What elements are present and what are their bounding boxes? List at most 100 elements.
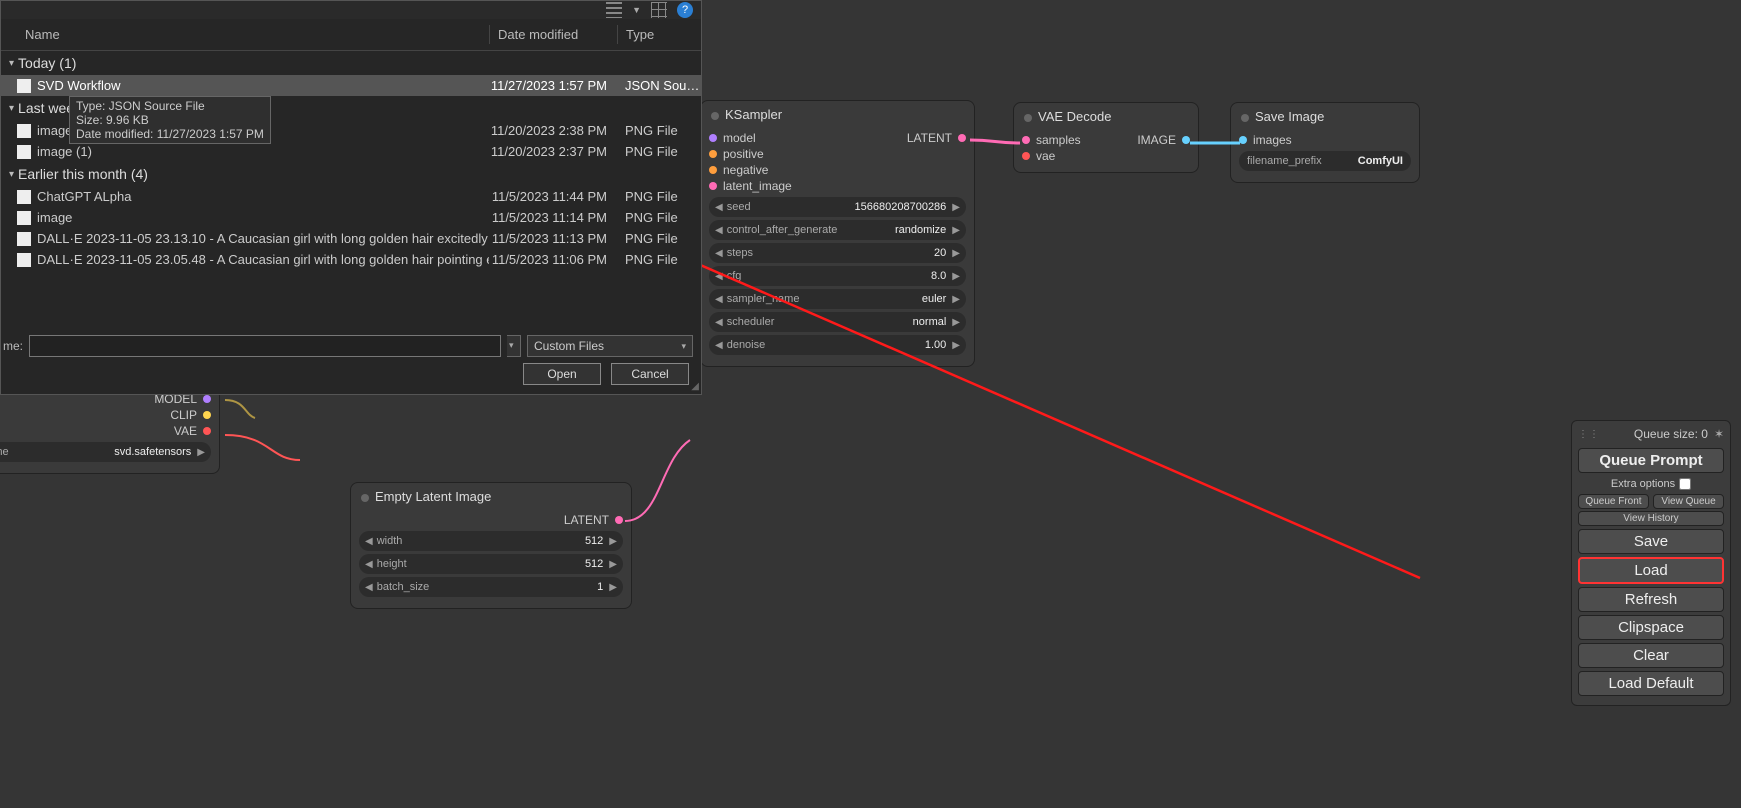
- save-button[interactable]: Save: [1578, 529, 1724, 554]
- file-name: image (1): [37, 144, 92, 159]
- extra-options-checkbox[interactable]: [1679, 478, 1691, 490]
- extra-options-row[interactable]: Extra options: [1578, 476, 1724, 492]
- resize-grip[interactable]: ◢: [691, 381, 699, 392]
- input-model-label: model: [723, 131, 756, 145]
- file-name: SVD Workflow: [37, 78, 121, 93]
- chevron-right-icon[interactable]: ▶: [607, 536, 619, 547]
- file-row[interactable]: DALL·E 2023-11-05 23.13.10 - A Caucasian…: [1, 228, 701, 249]
- chevron-down-icon[interactable]: ▼: [632, 5, 641, 15]
- file-row[interactable]: image (1)11/20/2023 2:37 PMPNG File: [1, 141, 701, 162]
- cfg-widget[interactable]: ◀cfg8.0▶: [709, 266, 966, 286]
- chevron-right-icon[interactable]: ▶: [950, 340, 962, 351]
- view-history-button[interactable]: View History: [1578, 511, 1724, 526]
- file-group-header[interactable]: ▾Earlier this month (4): [1, 162, 701, 186]
- load-default-button[interactable]: Load Default: [1578, 671, 1724, 696]
- view-list-icon[interactable]: [606, 2, 622, 18]
- view-queue-button[interactable]: View Queue: [1653, 494, 1724, 509]
- file-row[interactable]: ChatGPT ALpha11/5/2023 11:44 PMPNG File: [1, 186, 701, 207]
- file-list[interactable]: ▾Today (1)SVD Workflow11/27/2023 1:57 PM…: [1, 51, 701, 331]
- chevron-right-icon[interactable]: ▶: [950, 202, 962, 213]
- clipspace-button[interactable]: Clipspace: [1578, 615, 1724, 640]
- column-headers: Name Date modified Type: [1, 19, 701, 51]
- output-vae-label: VAE: [174, 424, 197, 438]
- filename-input[interactable]: [29, 335, 501, 357]
- width-widget[interactable]: ◀width512▶: [359, 531, 623, 551]
- help-icon[interactable]: ?: [677, 2, 693, 18]
- steps-widget[interactable]: ◀steps20▶: [709, 243, 966, 263]
- chevron-right-icon[interactable]: ▶: [607, 582, 619, 593]
- file-date: 11/5/2023 11:44 PM: [489, 189, 617, 204]
- node-vae-decode[interactable]: VAE Decode samples IMAGE vae: [1013, 102, 1199, 173]
- file-row[interactable]: image11/5/2023 11:14 PMPNG File: [1, 207, 701, 228]
- chevron-down-icon: ▾: [9, 103, 14, 114]
- input-negative-label: negative: [723, 163, 768, 177]
- height-widget[interactable]: ◀height512▶: [359, 554, 623, 574]
- chevron-left-icon[interactable]: ◀: [713, 225, 725, 236]
- drag-handle-icon[interactable]: ⋮⋮: [1578, 429, 1600, 440]
- node-save-image[interactable]: Save Image images filename_prefix ComfyU…: [1230, 102, 1420, 183]
- chevron-left-icon[interactable]: ◀: [363, 582, 375, 593]
- input-samples-label: samples: [1036, 133, 1081, 147]
- chevron-left-icon[interactable]: ◀: [713, 271, 725, 282]
- cancel-button[interactable]: Cancel: [611, 363, 689, 385]
- sampler-name-widget[interactable]: ◀sampler_nameeuler▶: [709, 289, 966, 309]
- file-type: JSON Source: [617, 78, 701, 93]
- input-latent-image-label: latent_image: [723, 179, 792, 193]
- file-icon: [17, 145, 31, 159]
- chevron-left-icon[interactable]: ◀: [713, 317, 725, 328]
- chevron-right-icon[interactable]: ▶: [950, 225, 962, 236]
- input-images-label: images: [1253, 133, 1292, 147]
- chevron-left-icon[interactable]: ◀: [363, 536, 375, 547]
- chevron-right-icon[interactable]: ▶: [950, 248, 962, 259]
- denoise-widget[interactable]: ◀denoise1.00▶: [709, 335, 966, 355]
- column-date[interactable]: Date modified: [489, 25, 617, 44]
- open-button[interactable]: Open: [523, 363, 601, 385]
- seed-widget[interactable]: ◀seed156680208700286▶: [709, 197, 966, 217]
- ckpt-name-widget[interactable]: _name svd.safetensors ▶: [0, 442, 211, 462]
- file-type: PNG File: [617, 189, 701, 204]
- chevron-left-icon[interactable]: ◀: [713, 340, 725, 351]
- chevron-left-icon[interactable]: ◀: [713, 248, 725, 259]
- file-date: 11/20/2023 2:38 PM: [489, 123, 617, 138]
- scheduler-widget[interactable]: ◀schedulernormal▶: [709, 312, 966, 332]
- chevron-left-icon[interactable]: ◀: [363, 559, 375, 570]
- filename-prefix-widget[interactable]: filename_prefix ComfyUI: [1239, 151, 1411, 171]
- file-row[interactable]: SVD Workflow11/27/2023 1:57 PMJSON Sourc…: [1, 75, 701, 96]
- output-image-label: IMAGE: [1137, 133, 1176, 147]
- output-latent-label: LATENT: [907, 131, 952, 145]
- chevron-right-icon[interactable]: ▶: [607, 559, 619, 570]
- node-empty-latent-image[interactable]: Empty Latent Image LATENT ◀width512▶ ◀he…: [350, 482, 632, 609]
- column-type[interactable]: Type: [617, 25, 701, 44]
- file-icon: [17, 232, 31, 246]
- node-ksampler[interactable]: KSampler model LATENT positive negative …: [700, 100, 975, 367]
- batch-size-widget[interactable]: ◀batch_size1▶: [359, 577, 623, 597]
- control-after-generate-widget[interactable]: ◀control_after_generaterandomize▶: [709, 220, 966, 240]
- output-clip-label: CLIP: [170, 408, 197, 422]
- file-type: PNG File: [617, 210, 701, 225]
- chevron-right-icon[interactable]: ▶: [950, 271, 962, 282]
- node-checkpoint-loader[interactable]: MODEL CLIP VAE _name svd.safetensors ▶: [0, 388, 220, 474]
- new-folder-icon[interactable]: [651, 2, 667, 18]
- file-type-filter[interactable]: Custom Files▾: [527, 335, 693, 357]
- file-icon: [17, 79, 31, 93]
- file-row[interactable]: DALL·E 2023-11-05 23.05.48 - A Caucasian…: [1, 249, 701, 270]
- filename-history-dropdown[interactable]: ▾: [507, 335, 521, 357]
- column-name[interactable]: Name: [1, 25, 489, 44]
- control-panel[interactable]: ⋮⋮ Queue size: 0 ✶ Queue Prompt Extra op…: [1571, 420, 1731, 706]
- clear-button[interactable]: Clear: [1578, 643, 1724, 668]
- node-title: Empty Latent Image: [351, 483, 631, 510]
- refresh-button[interactable]: Refresh: [1578, 587, 1724, 612]
- queue-prompt-button[interactable]: Queue Prompt: [1578, 448, 1724, 473]
- gear-icon[interactable]: ✶: [1714, 427, 1724, 441]
- queue-front-button[interactable]: Queue Front: [1578, 494, 1649, 509]
- file-group-header[interactable]: ▾Today (1): [1, 51, 701, 75]
- chevron-left-icon[interactable]: ◀: [713, 294, 725, 305]
- file-open-dialog[interactable]: ▼ ? Name Date modified Type ▾Today (1)SV…: [0, 0, 702, 395]
- file-tooltip: Type: JSON Source FileSize: 9.96 KBDate …: [69, 96, 271, 144]
- chevron-right-icon[interactable]: ▶: [195, 447, 207, 458]
- load-button[interactable]: Load: [1578, 557, 1724, 584]
- chevron-left-icon[interactable]: ◀: [713, 202, 725, 213]
- input-positive-label: positive: [723, 147, 764, 161]
- chevron-right-icon[interactable]: ▶: [950, 317, 962, 328]
- chevron-right-icon[interactable]: ▶: [950, 294, 962, 305]
